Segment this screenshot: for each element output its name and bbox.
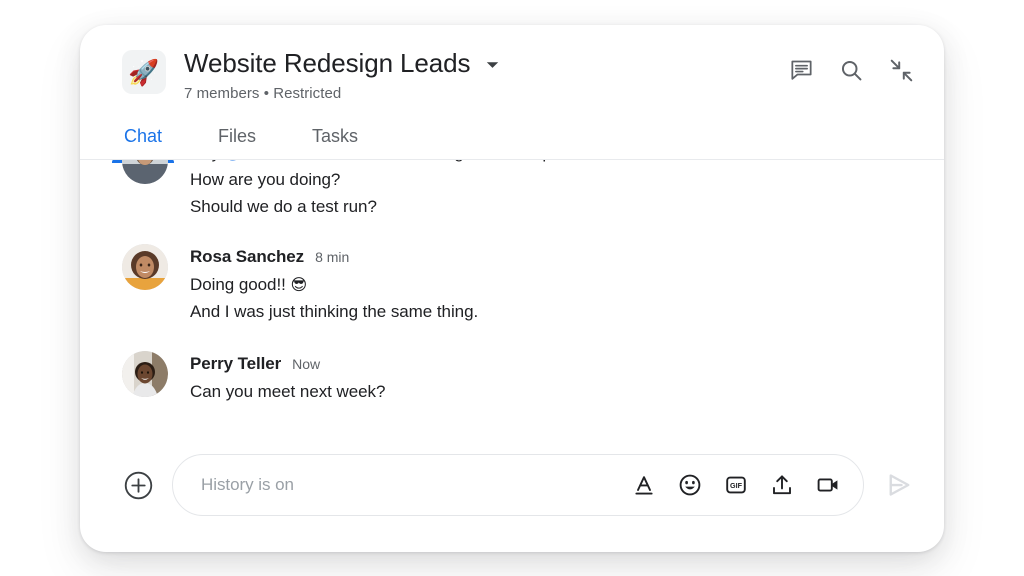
svg-text:GIF: GIF — [730, 481, 743, 490]
gif-icon[interactable]: GIF — [723, 472, 749, 498]
message-timestamp: 8 min — [315, 249, 350, 265]
space-subtitle: 7 members • Restricted — [184, 85, 342, 102]
message-text-line: And I was just thinking the same thing. — [190, 302, 479, 321]
screen: 🚀 Website Redesign Leads 7 members • Res… — [0, 0, 1024, 576]
message-meta: Perry Teller Now — [190, 352, 916, 375]
space-header: 🚀 Website Redesign Leads 7 members • Res… — [80, 25, 944, 104]
space-title-row[interactable]: Website Redesign Leads — [184, 47, 786, 79]
tab-chat[interactable]: Chat — [112, 118, 175, 163]
avatar-image — [122, 351, 168, 397]
page-title: Website Redesign Leads — [184, 48, 471, 78]
space-header-texts: Website Redesign Leads 7 members • Restr… — [184, 47, 786, 104]
avatar[interactable] — [122, 351, 168, 397]
tab-tasks-label: Tasks — [312, 126, 359, 146]
message-author: Rosa Sanchez — [190, 247, 305, 266]
tab-tasks[interactable]: Tasks — [310, 118, 360, 160]
tab-files-label: Files — [218, 126, 257, 146]
message-scroll-region: Hey @Rosa Sanchez! Just checking in on t… — [122, 160, 916, 405]
sunglasses-emoji: 😎 — [290, 275, 308, 294]
avatar-image — [122, 244, 168, 290]
avatar[interactable] — [122, 160, 168, 184]
message-author: Perry Teller — [190, 354, 282, 373]
message-input[interactable]: History is on — [201, 475, 631, 495]
chat-space-card: 🚀 Website Redesign Leads 7 members • Res… — [80, 25, 944, 552]
mention-link[interactable]: @Rosa Sanchez! — [225, 160, 357, 162]
chevron-down-icon[interactable] — [486, 61, 499, 69]
message-text-line: Should we do a test run? — [190, 197, 377, 216]
avatar-image — [122, 160, 168, 184]
message-item: Perry Teller Now Can you meet next week? — [122, 351, 916, 405]
message-text: Doing good!! — [190, 275, 291, 294]
collapse-icon[interactable] — [886, 55, 916, 85]
message-text-line: How are you doing? — [190, 170, 341, 189]
message-timestamp: Now — [292, 356, 321, 372]
upload-icon[interactable] — [769, 472, 795, 498]
message-composer: History is on GIF — [80, 454, 944, 552]
tab-files[interactable]: Files — [216, 118, 258, 160]
send-icon[interactable] — [882, 468, 916, 502]
header-actions — [786, 55, 916, 85]
emoji-icon[interactable] — [677, 472, 703, 498]
tab-bar: Chat Files Tasks — [80, 118, 944, 163]
message-item: Rosa Sanchez 8 min Doing good!! 😎 And I … — [122, 244, 916, 325]
search-icon[interactable] — [836, 55, 866, 85]
message-meta: Rosa Sanchez 8 min — [190, 245, 916, 268]
add-icon[interactable] — [122, 469, 154, 501]
message-item: Hey @Rosa Sanchez! Just checking in on t… — [122, 160, 916, 220]
space-avatar-rocket-icon: 🚀 — [122, 50, 166, 94]
tab-chat-label: Chat — [124, 126, 163, 146]
avatar[interactable] — [122, 244, 168, 290]
video-icon[interactable] — [815, 472, 841, 498]
message-text-prefix: Hey — [190, 160, 225, 162]
message-list[interactable]: Hey @Rosa Sanchez! Just checking in on t… — [80, 160, 944, 454]
format-text-icon[interactable] — [631, 472, 657, 498]
message-body: Rosa Sanchez 8 min Doing good!! 😎 And I … — [190, 244, 916, 325]
composer-tools: GIF — [631, 472, 841, 498]
message-text-suffix: Just checking in on that presentation de… — [357, 160, 676, 162]
message-text-line: Can you meet next week? — [190, 382, 386, 401]
message-input-container[interactable]: History is on GIF — [172, 454, 864, 516]
message-body: Perry Teller Now Can you meet next week? — [190, 351, 916, 405]
message-body: Hey @Rosa Sanchez! Just checking in on t… — [190, 160, 916, 220]
message-text-line: Doing good!! 😎 — [190, 271, 916, 298]
conversation-icon[interactable] — [786, 55, 816, 85]
